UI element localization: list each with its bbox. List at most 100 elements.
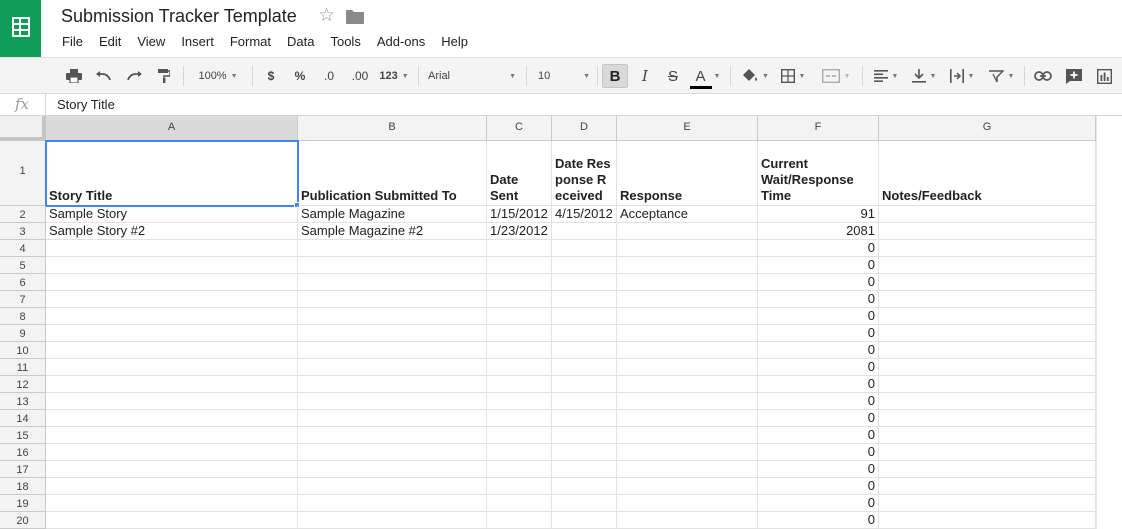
cell-f[interactable]: 91 — [758, 206, 879, 223]
column-header-d[interactable]: D — [552, 116, 617, 141]
cell-d[interactable] — [552, 478, 617, 495]
cell-g[interactable] — [879, 359, 1096, 376]
cell-f[interactable]: 0 — [758, 308, 879, 325]
row-header[interactable]: 13 — [0, 393, 46, 410]
cell-g[interactable] — [879, 512, 1096, 529]
cell-b[interactable]: Sample Magazine #2 — [298, 223, 487, 240]
cell-a[interactable] — [46, 512, 298, 529]
cell-f[interactable]: 0 — [758, 291, 879, 308]
row-header[interactable]: 12 — [0, 376, 46, 393]
row-header[interactable]: 14 — [0, 410, 46, 427]
cell-g[interactable] — [879, 444, 1096, 461]
row-header[interactable]: 8 — [0, 308, 46, 325]
cell-d[interactable] — [552, 376, 617, 393]
cell-a[interactable] — [46, 461, 298, 478]
more-formats-button[interactable]: 123 ▼ — [378, 64, 410, 88]
document-title[interactable]: Submission Tracker Template — [61, 6, 297, 27]
cell-e[interactable] — [617, 291, 758, 308]
header-cell[interactable]: Response — [617, 141, 758, 206]
cell-c[interactable] — [487, 444, 552, 461]
redo-icon[interactable] — [123, 64, 145, 88]
menu-item-help[interactable]: Help — [433, 33, 476, 51]
cell-c[interactable] — [487, 291, 552, 308]
cell-f[interactable]: 0 — [758, 274, 879, 291]
bold-button[interactable]: B — [602, 64, 628, 88]
cell-c[interactable] — [487, 461, 552, 478]
cell-f[interactable]: 0 — [758, 512, 879, 529]
row-header[interactable]: 16 — [0, 444, 46, 461]
folder-icon[interactable] — [346, 10, 364, 24]
menu-item-data[interactable]: Data — [279, 33, 322, 51]
cell-f[interactable]: 0 — [758, 240, 879, 257]
cell-g[interactable] — [879, 240, 1096, 257]
cell-c[interactable] — [487, 512, 552, 529]
cell-g[interactable] — [879, 291, 1096, 308]
cell-a[interactable] — [46, 495, 298, 512]
insert-chart-icon[interactable] — [1094, 64, 1114, 88]
cell-e[interactable] — [617, 274, 758, 291]
row-header[interactable]: 3 — [0, 223, 46, 240]
cell-g[interactable] — [879, 274, 1096, 291]
row-header[interactable]: 6 — [0, 274, 46, 291]
row-header[interactable]: 2 — [0, 206, 46, 223]
cell-f[interactable]: 0 — [758, 393, 879, 410]
cell-c[interactable]: 1/23/2012 — [487, 223, 552, 240]
sheets-logo-icon[interactable] — [0, 0, 41, 57]
cell-b[interactable] — [298, 376, 487, 393]
menu-item-insert[interactable]: Insert — [173, 33, 222, 51]
cell-d[interactable] — [552, 240, 617, 257]
cell-a[interactable]: Sample Story #2 — [46, 223, 298, 240]
cell-b[interactable] — [298, 495, 487, 512]
cell-b[interactable] — [298, 308, 487, 325]
cell-a[interactable] — [46, 291, 298, 308]
cell-e[interactable] — [617, 240, 758, 257]
cell-a[interactable] — [46, 240, 298, 257]
cell-d[interactable] — [552, 427, 617, 444]
menu-item-format[interactable]: Format — [222, 33, 279, 51]
cell-f[interactable]: 0 — [758, 376, 879, 393]
cell-b[interactable] — [298, 240, 487, 257]
undo-icon[interactable] — [93, 64, 115, 88]
cell-c[interactable] — [487, 325, 552, 342]
cell-e[interactable] — [617, 308, 758, 325]
cell-b[interactable] — [298, 342, 487, 359]
font-family-select[interactable]: Arial ▼ — [428, 64, 516, 88]
cell-c[interactable] — [487, 410, 552, 427]
header-cell[interactable]: Date Response Received — [552, 141, 617, 206]
cell-g[interactable] — [879, 461, 1096, 478]
cell-f[interactable]: 0 — [758, 410, 879, 427]
row-header[interactable]: 18 — [0, 478, 46, 495]
menu-item-add-ons[interactable]: Add-ons — [369, 33, 433, 51]
cell-c[interactable] — [487, 393, 552, 410]
cell-f[interactable]: 0 — [758, 444, 879, 461]
cell-a[interactable] — [46, 427, 298, 444]
row-header[interactable]: 1 — [0, 141, 46, 206]
cell-c[interactable] — [487, 308, 552, 325]
cell-f[interactable]: 0 — [758, 359, 879, 376]
cell-d[interactable]: 4/15/2012 — [552, 206, 617, 223]
cell-e[interactable] — [617, 512, 758, 529]
header-cell[interactable]: Current Wait/Response Time — [758, 141, 879, 206]
cell-g[interactable] — [879, 257, 1096, 274]
row-header[interactable]: 15 — [0, 427, 46, 444]
cell-a[interactable]: Sample Story — [46, 206, 298, 223]
text-wrap-icon[interactable]: ▼ — [946, 64, 978, 88]
star-outline-icon[interactable]: ☆ — [318, 6, 335, 26]
cell-f[interactable]: 0 — [758, 495, 879, 512]
cell-a[interactable] — [46, 342, 298, 359]
column-header-c[interactable]: C — [487, 116, 552, 141]
text-rotate-icon[interactable]: ▼ — [984, 64, 1018, 88]
decrease-decimal-button[interactable]: .0 — [318, 64, 340, 88]
cell-d[interactable] — [552, 274, 617, 291]
merge-cells-icon[interactable]: ▼ — [816, 64, 856, 88]
header-cell[interactable]: Notes/Feedback — [879, 141, 1096, 206]
align-left-icon[interactable]: ▼ — [870, 64, 902, 88]
cell-d[interactable] — [552, 444, 617, 461]
text-color-button[interactable]: A ▼ — [689, 64, 722, 89]
cell-d[interactable] — [552, 512, 617, 529]
cell-b[interactable] — [298, 325, 487, 342]
cell-f[interactable]: 0 — [758, 342, 879, 359]
cell-g[interactable] — [879, 376, 1096, 393]
paint-format-icon[interactable] — [153, 64, 175, 88]
cell-g[interactable] — [879, 223, 1096, 240]
